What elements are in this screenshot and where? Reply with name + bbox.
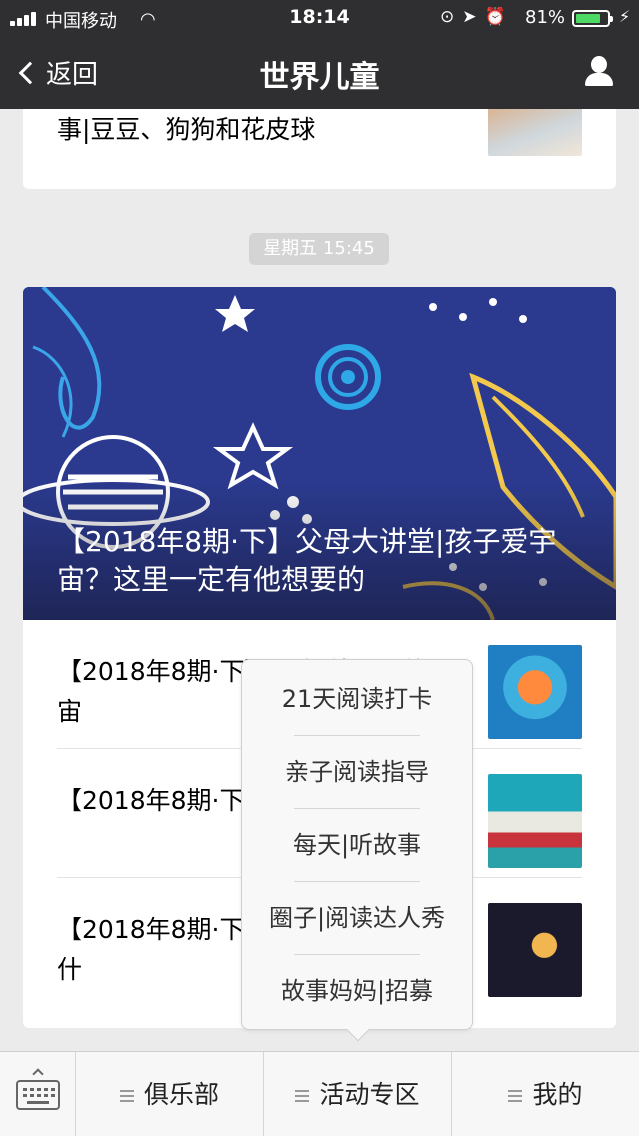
submenu-item-reader-show[interactable]: 圈子|阅读达人秀	[242, 882, 472, 955]
cover-article-title: 【2018年8期·下】父母大讲堂|孩子爱宇宙？这里一定有他想要的	[57, 525, 557, 596]
previous-article-title: 事|豆豆、狗狗和花皮球	[57, 115, 316, 144]
menu-lines-icon	[119, 1090, 134, 1102]
submenu-item-reading-checkin[interactable]: 21天阅读打卡	[242, 663, 472, 736]
page-title: 世界儿童	[259, 60, 380, 95]
menu-tab-label: 俱乐部	[143, 1080, 219, 1109]
menu-tab-mine[interactable]: 我的	[452, 1052, 639, 1136]
submenu-item-daily-story[interactable]: 每天|听故事	[242, 809, 472, 882]
menu-lines-icon	[508, 1090, 523, 1102]
keyboard-icon	[16, 1080, 60, 1110]
user-icon[interactable]	[583, 56, 615, 88]
top-bar: 中国移动 ◠ 18:14 ⊙➤⏰ 81% ⚡ 返回 世界儿童	[0, 0, 639, 109]
menu-lines-icon	[295, 1090, 310, 1102]
message-timestamp: 星期五 15:45	[249, 233, 389, 265]
menu-tab-label: 我的	[532, 1080, 583, 1109]
bottom-menu-bar: 俱乐部 活动专区 我的	[0, 1051, 639, 1136]
keyboard-chevron-icon	[32, 1068, 44, 1080]
article-row-thumbnail	[488, 645, 582, 739]
activity-submenu: 21天阅读打卡 亲子阅读指导 每天|听故事 圈子|阅读达人秀 故事妈妈|招募	[241, 659, 473, 1042]
article-row-thumbnail	[488, 774, 582, 868]
article-row-thumbnail	[488, 903, 582, 997]
menu-tab-activities[interactable]: 活动专区	[264, 1052, 452, 1136]
submenu-item-parent-guide[interactable]: 亲子阅读指导	[242, 736, 472, 809]
cover-article[interactable]: 【2018年8期·下】父母大讲堂|孩子爱宇宙？这里一定有他想要的	[23, 287, 616, 620]
battery-icon	[572, 10, 613, 27]
nav-bar: 返回 世界儿童	[0, 36, 639, 109]
status-indicators-icon: ⊙➤⏰	[440, 7, 514, 27]
battery-fill	[576, 14, 600, 23]
keyboard-toggle-button[interactable]	[0, 1052, 76, 1136]
status-bar: 中国移动 ◠ 18:14 ⊙➤⏰ 81% ⚡	[0, 0, 639, 36]
previous-article-card[interactable]: 事|豆豆、狗狗和花皮球	[23, 60, 616, 189]
battery-percent: 81%	[525, 7, 566, 28]
menu-tab-club[interactable]: 俱乐部	[76, 1052, 264, 1136]
menu-tab-label: 活动专区	[319, 1080, 420, 1109]
charging-icon: ⚡	[619, 7, 631, 26]
submenu-item-story-mom[interactable]: 故事妈妈|招募	[242, 955, 472, 1028]
